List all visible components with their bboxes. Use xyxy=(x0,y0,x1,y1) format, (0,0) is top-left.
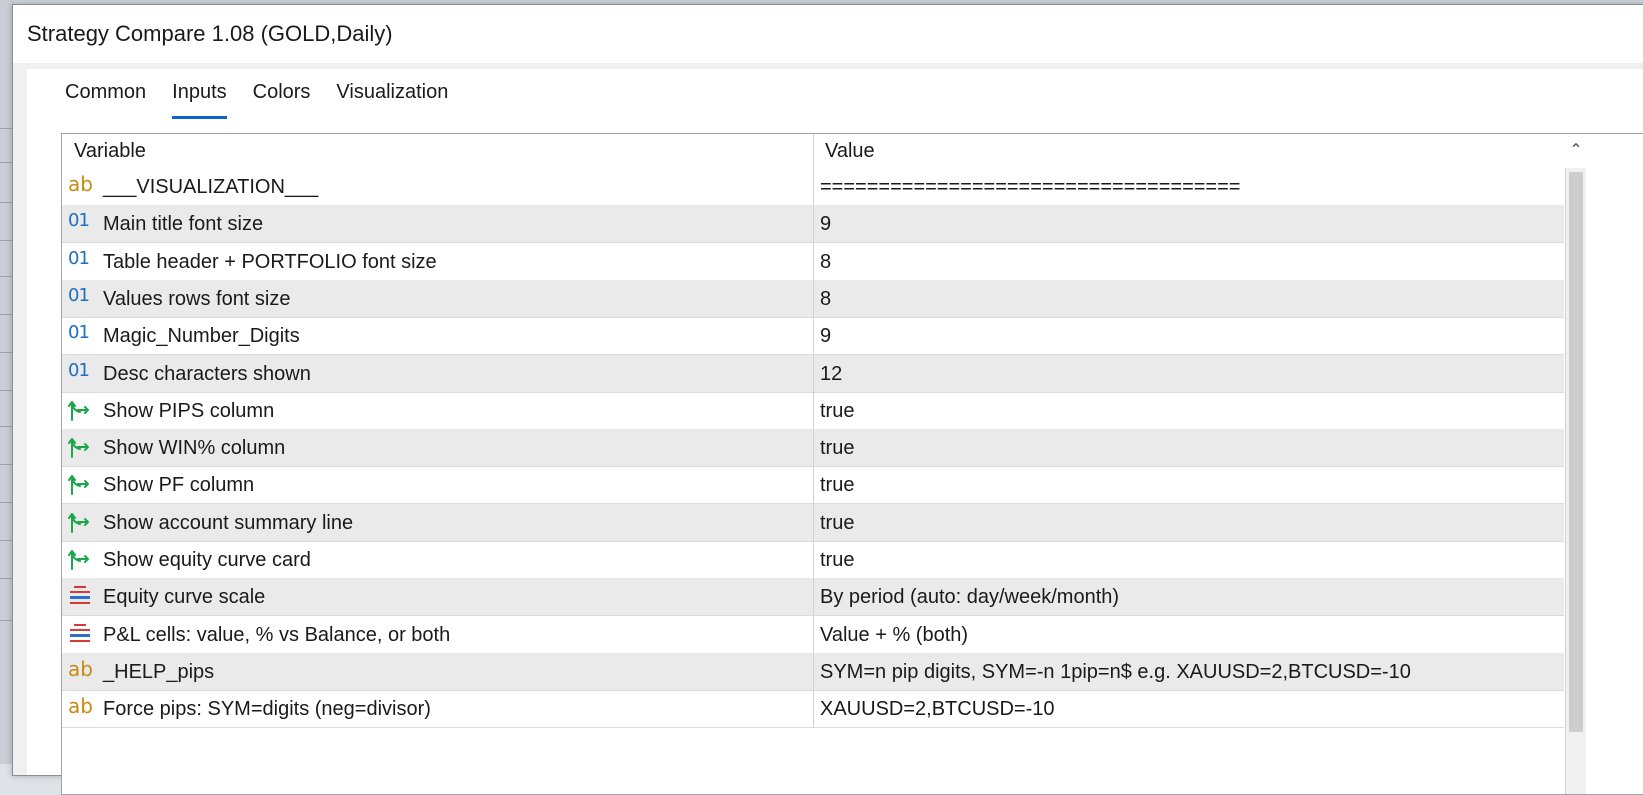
integer-icon: 01 xyxy=(68,322,90,344)
cell-separator xyxy=(813,279,814,317)
table-row[interactable]: Equity curve scale By period (auto: day/w… xyxy=(62,578,1564,617)
table-row[interactable]: ab Force pips: SYM=digits (neg=divisor) XA… xyxy=(62,690,1564,729)
variable-name: Values rows font size xyxy=(103,287,291,310)
variable-value[interactable]: By period (auto: day/week/month) xyxy=(820,586,1119,609)
scroll-up-icon[interactable]: ⌃ xyxy=(1567,140,1585,162)
integer-icon: 01 xyxy=(68,247,90,269)
scrollbar-thumb[interactable] xyxy=(1569,172,1583,732)
variable-value[interactable]: 9 xyxy=(820,213,831,236)
variable-name: Equity curve scale xyxy=(103,586,266,609)
variable-name: P&L cells: value, % vs Balance, or both xyxy=(103,623,451,646)
cell-separator xyxy=(813,466,814,504)
grid-header: Variable Value ⌃ xyxy=(62,134,1643,168)
dialog-titlebar[interactable]: Strategy Compare 1.08 (GOLD,Daily) xyxy=(13,5,1643,63)
tab-page: Common Inputs Colors Visualization Variable… xyxy=(27,69,1643,795)
variable-value[interactable]: true xyxy=(820,400,854,423)
variable-value[interactable]: true xyxy=(820,437,854,460)
cell-separator xyxy=(813,652,814,690)
column-header-value[interactable]: Value xyxy=(825,140,875,163)
variable-name: Show PIPS column xyxy=(103,399,275,422)
tab-visualization[interactable]: Visualization xyxy=(324,77,460,117)
variable-name: Show account summary line xyxy=(103,511,354,534)
cell-separator xyxy=(813,242,814,280)
tab-strip: Common Inputs Colors Visualization xyxy=(53,77,462,119)
variable-name: ___VISUALIZATION___ xyxy=(103,176,319,198)
variable-value[interactable]: 8 xyxy=(820,251,831,274)
cell-separator xyxy=(813,354,814,392)
column-separator[interactable] xyxy=(813,134,814,168)
variable-name: Show WIN% column xyxy=(103,437,286,460)
variable-value[interactable]: XAUUSD=2,BTCUSD=-10 xyxy=(820,698,1055,721)
variable-value[interactable]: 9 xyxy=(820,325,831,348)
table-row[interactable]: ab ___VISUALIZATION___ ===================… xyxy=(62,168,1564,206)
integer-icon: 01 xyxy=(68,359,90,381)
variable-name: Main title font size xyxy=(103,213,264,236)
table-row[interactable]: 01 Magic_Number_Digits 9 xyxy=(62,317,1564,356)
vertical-scrollbar[interactable] xyxy=(1565,168,1586,794)
boolean-icon xyxy=(68,472,94,496)
variable-value[interactable]: true xyxy=(820,549,854,572)
variable-value[interactable]: ==================================== xyxy=(820,176,1240,199)
variable-value[interactable]: true xyxy=(820,474,854,497)
table-row[interactable]: Show PF column true xyxy=(62,466,1564,505)
tab-inputs[interactable]: Inputs xyxy=(160,77,238,119)
cell-separator xyxy=(813,205,814,243)
string-icon: ab xyxy=(68,694,93,719)
boolean-icon xyxy=(68,398,94,422)
cell-separator xyxy=(813,391,814,429)
tab-common[interactable]: Common xyxy=(53,77,158,117)
table-row[interactable]: Show WIN% column true xyxy=(62,429,1564,468)
table-row[interactable]: 01 Values rows font size 8 xyxy=(62,279,1564,318)
variable-name: Force pips: SYM=digits (neg=divisor) xyxy=(103,698,431,721)
properties-dialog: Strategy Compare 1.08 (GOLD,Daily) Commo… xyxy=(12,4,1643,795)
cell-separator xyxy=(813,503,814,541)
table-row[interactable]: 01 Desc characters shown 12 xyxy=(62,354,1564,393)
table-row[interactable]: 01 Main title font size 9 xyxy=(62,205,1564,244)
table-row[interactable]: P&L cells: value, % vs Balance, or both V… xyxy=(62,615,1564,654)
cell-separator xyxy=(813,429,814,467)
string-icon: ab xyxy=(68,172,93,196)
inputs-grid: Variable Value ⌃ ab ___VISUALIZATION___ ==… xyxy=(61,133,1643,795)
cell-separator xyxy=(813,578,814,616)
string-icon: ab xyxy=(68,656,93,681)
boolean-icon xyxy=(68,510,94,534)
cell-separator xyxy=(813,168,814,205)
boolean-icon xyxy=(68,547,94,571)
variable-name: Show PF column xyxy=(103,474,255,497)
variable-value[interactable]: true xyxy=(820,512,854,535)
variable-name: _HELP_pips xyxy=(103,660,215,683)
variable-value[interactable]: 8 xyxy=(820,288,831,311)
variable-value[interactable]: 12 xyxy=(820,363,842,386)
variable-name: Table header + PORTFOLIO font size xyxy=(103,250,437,273)
enum-icon xyxy=(68,622,94,646)
enum-icon xyxy=(68,584,94,608)
cell-separator xyxy=(813,541,814,578)
cell-separator xyxy=(813,317,814,355)
table-row[interactable]: Show PIPS column true xyxy=(62,391,1564,430)
table-row[interactable]: 01 Table header + PORTFOLIO font size 8 xyxy=(62,242,1564,281)
column-header-variable[interactable]: Variable xyxy=(74,140,146,163)
integer-icon: 01 xyxy=(68,210,90,232)
variable-name: Magic_Number_Digits xyxy=(103,325,300,348)
variable-name: Show equity curve card xyxy=(103,549,311,571)
variable-value[interactable]: SYM=n pip digits, SYM=-n 1pip=n$ e.g. XA… xyxy=(820,661,1411,684)
variable-value[interactable]: Value + % (both) xyxy=(820,624,968,647)
dialog-client-area: Common Inputs Colors Visualization Variable… xyxy=(13,63,1643,795)
cell-separator xyxy=(813,615,814,653)
cell-separator xyxy=(813,690,814,728)
dialog-title: Strategy Compare 1.08 (GOLD,Daily) xyxy=(27,21,393,46)
table-row[interactable]: ab _HELP_pips SYM=n pip digits, SYM=-n 1pi… xyxy=(62,652,1564,691)
table-row[interactable]: Show equity curve card true xyxy=(62,541,1564,579)
variable-name: Desc characters shown xyxy=(103,362,311,385)
tab-colors[interactable]: Colors xyxy=(241,77,323,117)
boolean-icon xyxy=(68,435,94,459)
integer-icon: 01 xyxy=(68,284,90,306)
table-row[interactable]: Show account summary line true xyxy=(62,503,1564,542)
